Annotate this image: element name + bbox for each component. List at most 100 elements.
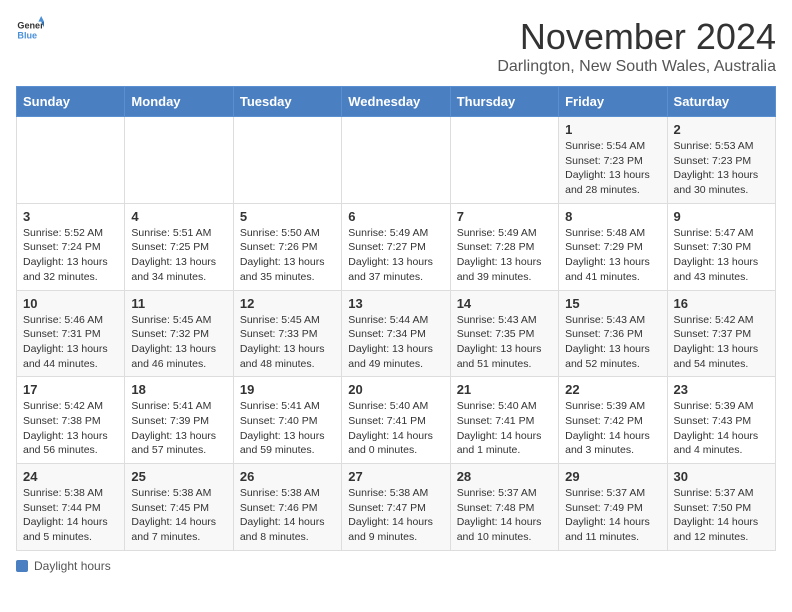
week-row-3: 10Sunrise: 5:46 AM Sunset: 7:31 PM Dayli… <box>17 290 776 377</box>
day-number: 14 <box>457 296 552 311</box>
day-number: 13 <box>348 296 443 311</box>
day-number: 22 <box>565 382 660 397</box>
day-number: 20 <box>348 382 443 397</box>
day-info: Sunrise: 5:37 AM Sunset: 7:50 PM Dayligh… <box>674 487 759 543</box>
calendar-cell: 5 Sunrise: 5:50 AM Sunset: 7:26 PM Daylig… <box>233 203 341 290</box>
calendar-cell: 20 Sunrise: 5:40 AM Sunset: 7:41 PM Dayli… <box>342 377 450 464</box>
day-info: Sunrise: 5:38 AM Sunset: 7:45 PM Dayligh… <box>131 487 216 543</box>
calendar-cell: 3Sunrise: 5:52 AM Sunset: 7:24 PM Daylig… <box>17 203 125 290</box>
calendar-cell: 10Sunrise: 5:46 AM Sunset: 7:31 PM Dayli… <box>17 290 125 377</box>
day-number: 29 <box>565 469 660 484</box>
calendar-cell: 18 Sunrise: 5:41 AM Sunset: 7:39 PM Dayli… <box>125 377 233 464</box>
calendar-cell: 28Sunrise: 5:37 AM Sunset: 7:48 PM Dayli… <box>450 464 558 551</box>
calendar-cell: 24 Sunrise: 5:38 AM Sunset: 7:44 PM Dayli… <box>17 464 125 551</box>
day-info: Sunrise: 5:40 AM Sunset: 7:41 PM Dayligh… <box>348 400 433 456</box>
header-day-friday: Friday <box>559 87 667 117</box>
day-info: Sunrise: 5:37 AM Sunset: 7:48 PM Dayligh… <box>457 487 542 543</box>
day-info: Sunrise: 5:43 AM Sunset: 7:36 PM Dayligh… <box>565 314 650 370</box>
calendar-cell: 2 Sunrise: 5:53 AM Sunset: 7:23 PM Daylig… <box>667 117 775 204</box>
day-number: 18 <box>131 382 226 397</box>
day-info: Sunrise: 5:42 AM Sunset: 7:38 PM Dayligh… <box>23 400 108 456</box>
calendar-cell: 9 Sunrise: 5:47 AM Sunset: 7:30 PM Daylig… <box>667 203 775 290</box>
day-info: Sunrise: 5:49 AM Sunset: 7:27 PM Dayligh… <box>348 227 433 283</box>
day-number: 19 <box>240 382 335 397</box>
day-info: Sunrise: 5:41 AM Sunset: 7:39 PM Dayligh… <box>131 400 216 456</box>
calendar-cell <box>450 117 558 204</box>
week-row-4: 17 Sunrise: 5:42 AM Sunset: 7:38 PM Dayli… <box>17 377 776 464</box>
svg-text:Blue: Blue <box>17 30 37 40</box>
calendar-cell <box>233 117 341 204</box>
calendar-cell: 4 Sunrise: 5:51 AM Sunset: 7:25 PM Daylig… <box>125 203 233 290</box>
day-number: 24 <box>23 469 118 484</box>
day-info: Sunrise: 5:37 AM Sunset: 7:49 PM Dayligh… <box>565 487 650 543</box>
calendar-cell: 1Sunrise: 5:54 AM Sunset: 7:23 PM Daylig… <box>559 117 667 204</box>
header-row: SundayMondayTuesdayWednesdayThursdayFrid… <box>17 87 776 117</box>
day-info: Sunrise: 5:51 AM Sunset: 7:25 PM Dayligh… <box>131 227 216 283</box>
calendar-cell: 11Sunrise: 5:45 AM Sunset: 7:32 PM Dayli… <box>125 290 233 377</box>
calendar-cell <box>125 117 233 204</box>
header-day-tuesday: Tuesday <box>233 87 341 117</box>
calendar-cell: 29 Sunrise: 5:37 AM Sunset: 7:49 PM Dayli… <box>559 464 667 551</box>
calendar-cell: 30 Sunrise: 5:37 AM Sunset: 7:50 PM Dayli… <box>667 464 775 551</box>
day-number: 26 <box>240 469 335 484</box>
day-info: Sunrise: 5:43 AM Sunset: 7:35 PM Dayligh… <box>457 314 542 370</box>
day-info: Sunrise: 5:38 AM Sunset: 7:47 PM Dayligh… <box>348 487 433 543</box>
calendar-cell: 23 Sunrise: 5:39 AM Sunset: 7:43 PM Dayli… <box>667 377 775 464</box>
day-number: 27 <box>348 469 443 484</box>
day-number: 7 <box>457 209 552 224</box>
header-day-monday: Monday <box>125 87 233 117</box>
day-number: 4 <box>131 209 226 224</box>
day-number: 5 <box>240 209 335 224</box>
calendar-cell <box>342 117 450 204</box>
day-number: 17 <box>23 382 118 397</box>
location-subtitle: Darlington, New South Wales, Australia <box>497 58 776 76</box>
day-info: Sunrise: 5:46 AM Sunset: 7:31 PM Dayligh… <box>23 314 108 370</box>
day-info: Sunrise: 5:42 AM Sunset: 7:37 PM Dayligh… <box>674 314 759 370</box>
day-info: Sunrise: 5:41 AM Sunset: 7:40 PM Dayligh… <box>240 400 325 456</box>
month-title: November 2024 <box>497 16 776 58</box>
calendar-cell: 21 Sunrise: 5:40 AM Sunset: 7:41 PM Dayli… <box>450 377 558 464</box>
week-row-5: 24 Sunrise: 5:38 AM Sunset: 7:44 PM Dayli… <box>17 464 776 551</box>
day-number: 8 <box>565 209 660 224</box>
week-row-1: 1Sunrise: 5:54 AM Sunset: 7:23 PM Daylig… <box>17 117 776 204</box>
calendar-cell: 12Sunrise: 5:45 AM Sunset: 7:33 PM Dayli… <box>233 290 341 377</box>
calendar-cell: 27 Sunrise: 5:38 AM Sunset: 7:47 PM Dayli… <box>342 464 450 551</box>
day-number: 30 <box>674 469 769 484</box>
calendar-cell: 15Sunrise: 5:43 AM Sunset: 7:36 PM Dayli… <box>559 290 667 377</box>
day-info: Sunrise: 5:49 AM Sunset: 7:28 PM Dayligh… <box>457 227 542 283</box>
footer-note: Daylight hours <box>16 559 776 573</box>
calendar-cell: 26Sunrise: 5:38 AM Sunset: 7:46 PM Dayli… <box>233 464 341 551</box>
day-info: Sunrise: 5:39 AM Sunset: 7:42 PM Dayligh… <box>565 400 650 456</box>
title-area: November 2024 Darlington, New South Wale… <box>497 16 776 76</box>
day-info: Sunrise: 5:48 AM Sunset: 7:29 PM Dayligh… <box>565 227 650 283</box>
day-number: 2 <box>674 122 769 137</box>
day-info: Sunrise: 5:50 AM Sunset: 7:26 PM Dayligh… <box>240 227 325 283</box>
svg-text:General: General <box>17 21 44 31</box>
calendar-cell: 22 Sunrise: 5:39 AM Sunset: 7:42 PM Dayli… <box>559 377 667 464</box>
day-number: 21 <box>457 382 552 397</box>
header-day-sunday: Sunday <box>17 87 125 117</box>
day-number: 23 <box>674 382 769 397</box>
calendar-cell: 25 Sunrise: 5:38 AM Sunset: 7:45 PM Dayli… <box>125 464 233 551</box>
day-number: 9 <box>674 209 769 224</box>
day-number: 25 <box>131 469 226 484</box>
calendar-cell: 16Sunrise: 5:42 AM Sunset: 7:37 PM Dayli… <box>667 290 775 377</box>
day-info: Sunrise: 5:52 AM Sunset: 7:24 PM Dayligh… <box>23 227 108 283</box>
day-info: Sunrise: 5:45 AM Sunset: 7:32 PM Dayligh… <box>131 314 216 370</box>
week-row-2: 3Sunrise: 5:52 AM Sunset: 7:24 PM Daylig… <box>17 203 776 290</box>
day-info: Sunrise: 5:40 AM Sunset: 7:41 PM Dayligh… <box>457 400 542 456</box>
calendar-cell: 7 Sunrise: 5:49 AM Sunset: 7:28 PM Daylig… <box>450 203 558 290</box>
day-info: Sunrise: 5:39 AM Sunset: 7:43 PM Dayligh… <box>674 400 759 456</box>
day-number: 6 <box>348 209 443 224</box>
day-number: 12 <box>240 296 335 311</box>
calendar-cell: 19 Sunrise: 5:41 AM Sunset: 7:40 PM Dayli… <box>233 377 341 464</box>
header-day-wednesday: Wednesday <box>342 87 450 117</box>
day-info: Sunrise: 5:53 AM Sunset: 7:23 PM Dayligh… <box>674 140 759 196</box>
day-info: Sunrise: 5:54 AM Sunset: 7:23 PM Dayligh… <box>565 140 650 196</box>
day-info: Sunrise: 5:38 AM Sunset: 7:44 PM Dayligh… <box>23 487 108 543</box>
day-info: Sunrise: 5:47 AM Sunset: 7:30 PM Dayligh… <box>674 227 759 283</box>
calendar-table: SundayMondayTuesdayWednesdayThursdayFrid… <box>16 86 776 551</box>
footer-dot-icon <box>16 560 28 572</box>
calendar-header: SundayMondayTuesdayWednesdayThursdayFrid… <box>17 87 776 117</box>
calendar-cell: 8 Sunrise: 5:48 AM Sunset: 7:29 PM Daylig… <box>559 203 667 290</box>
